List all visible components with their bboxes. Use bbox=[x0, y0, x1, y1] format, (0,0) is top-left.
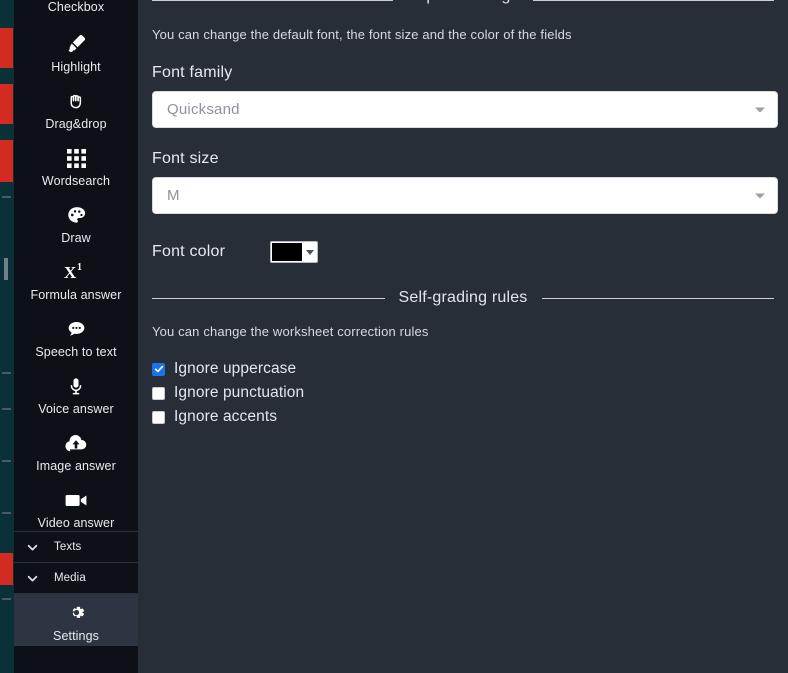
sidebar-item-draw[interactable]: Draw bbox=[14, 189, 138, 246]
highlighter-icon bbox=[64, 32, 88, 56]
font-family-select[interactable]: Quicksand bbox=[152, 91, 778, 128]
sidebar-item-label: Image answer bbox=[36, 459, 116, 473]
font-size-select[interactable]: M bbox=[152, 177, 778, 214]
font-size-value: M bbox=[167, 187, 180, 204]
microphone-icon bbox=[64, 374, 88, 398]
divider-rule-left bbox=[152, 297, 385, 299]
sidebar-item-label: Video answer bbox=[37, 516, 115, 530]
gear-icon bbox=[64, 600, 88, 624]
palette-icon bbox=[64, 203, 88, 227]
rule-label: Ignore accents bbox=[174, 408, 278, 425]
svg-text:X: X bbox=[64, 263, 77, 282]
self-grading-rules-list: Ignore uppercase Ignore punctuation Igno… bbox=[152, 357, 788, 429]
superscript-x-icon: X 1 bbox=[64, 260, 88, 284]
cloud-upload-icon bbox=[64, 431, 88, 455]
chevron-down-icon bbox=[24, 570, 40, 586]
rule-label: Ignore punctuation bbox=[174, 384, 305, 401]
self-grading-rules-header: Self-grading rules bbox=[152, 289, 774, 307]
sidebar-item-label: Drag&drop bbox=[45, 117, 107, 131]
aspect-settings-description: You can change the default font, the fon… bbox=[152, 27, 572, 42]
checkbox[interactable] bbox=[152, 386, 165, 400]
sidebar-group-texts[interactable]: Texts bbox=[14, 531, 138, 562]
sidebar-group-media[interactable]: Media bbox=[14, 562, 138, 593]
font-color-row: Font color bbox=[152, 241, 788, 263]
divider-rule-left bbox=[152, 0, 394, 1]
font-color-picker[interactable] bbox=[270, 241, 319, 263]
tool-list: Checkbox Highlight Drag&drop Wordsearch … bbox=[14, 0, 138, 531]
sidebar-item-checkbox[interactable]: Checkbox bbox=[14, 0, 138, 18]
sidebar-item-label: Checkbox bbox=[47, 0, 105, 14]
sidebar-item-label: Highlight bbox=[51, 60, 101, 74]
underlayer-block bbox=[0, 84, 13, 124]
left-sidebar: Checkbox Highlight Drag&drop Wordsearch … bbox=[14, 0, 138, 673]
settings-panel: Aspect settings You can change the defau… bbox=[138, 0, 788, 673]
underlayer-line bbox=[2, 512, 11, 514]
font-color-label: Font color bbox=[152, 243, 226, 260]
rule-label: Ignore uppercase bbox=[174, 360, 297, 377]
sidebar-item-voice-answer[interactable]: Voice answer bbox=[14, 360, 138, 417]
self-grading-description: You can change the worksheet correction … bbox=[152, 324, 429, 339]
sidebar-item-wordsearch[interactable]: Wordsearch bbox=[14, 132, 138, 189]
underlayer-line bbox=[2, 372, 11, 374]
font-family-value: Quicksand bbox=[167, 101, 240, 118]
underlayer-block bbox=[0, 28, 13, 68]
rule-ignore-punctuation[interactable]: Ignore punctuation bbox=[152, 381, 788, 405]
chevron-down-icon bbox=[24, 539, 40, 555]
sidebar-item-formula-answer[interactable]: X 1 Formula answer bbox=[14, 246, 138, 303]
underlayer-line bbox=[2, 460, 11, 462]
sidebar-group-label: Media bbox=[54, 572, 86, 584]
underlayer-block bbox=[0, 553, 13, 585]
caret-down-icon bbox=[306, 249, 315, 255]
underlayer-line bbox=[2, 196, 11, 198]
sidebar-group-label: Texts bbox=[54, 541, 82, 553]
color-dropdown-button[interactable] bbox=[303, 242, 318, 262]
sidebar-bottom-strip bbox=[14, 646, 138, 673]
sidebar-item-label: Speech to text bbox=[35, 345, 117, 359]
sidebar-item-label: Voice answer bbox=[38, 402, 114, 416]
sidebar-item-settings[interactable]: Settings bbox=[14, 593, 138, 650]
sidebar-item-video-answer[interactable]: Video answer bbox=[14, 474, 138, 531]
svg-text:1: 1 bbox=[77, 262, 82, 273]
speech-bubble-icon bbox=[64, 317, 88, 341]
sidebar-item-image-answer[interactable]: Image answer bbox=[14, 417, 138, 474]
sidebar-item-highlight[interactable]: Highlight bbox=[14, 18, 138, 75]
sidebar-item-label: Wordsearch bbox=[41, 174, 111, 188]
underlayer-line bbox=[2, 598, 11, 600]
rule-ignore-uppercase[interactable]: Ignore uppercase bbox=[152, 357, 788, 381]
video-camera-icon bbox=[64, 488, 88, 512]
divider-rule-right bbox=[532, 0, 774, 1]
hand-grab-icon bbox=[64, 89, 88, 113]
chevron-down-icon bbox=[755, 193, 765, 198]
checkbox[interactable] bbox=[152, 410, 165, 424]
underlayer-tick bbox=[4, 258, 8, 280]
sidebar-item-dragdrop[interactable]: Drag&drop bbox=[14, 75, 138, 132]
sidebar-item-label: Draw bbox=[61, 231, 91, 245]
grid-dots-icon bbox=[64, 146, 88, 170]
section-title: Self-grading rules bbox=[398, 289, 528, 306]
sidebar-item-speech-to-text[interactable]: Speech to text bbox=[14, 303, 138, 360]
rule-ignore-accents[interactable]: Ignore accents bbox=[152, 405, 788, 429]
divider-rule-right bbox=[541, 297, 774, 299]
sidebar-item-label: Settings bbox=[53, 629, 99, 643]
sidebar-item-label: Formula answer bbox=[30, 288, 122, 302]
font-size-label: Font size bbox=[152, 150, 219, 167]
checkbox[interactable] bbox=[152, 362, 165, 376]
chevron-down-icon bbox=[755, 107, 765, 112]
app-root: Checkbox Highlight Drag&drop Wordsearch … bbox=[0, 0, 788, 673]
color-swatch bbox=[272, 243, 303, 261]
underlayer-line bbox=[2, 408, 11, 410]
aspect-settings-header: Aspect settings bbox=[152, 0, 774, 9]
underlayer-block bbox=[0, 140, 13, 182]
font-family-label: Font family bbox=[152, 64, 233, 81]
